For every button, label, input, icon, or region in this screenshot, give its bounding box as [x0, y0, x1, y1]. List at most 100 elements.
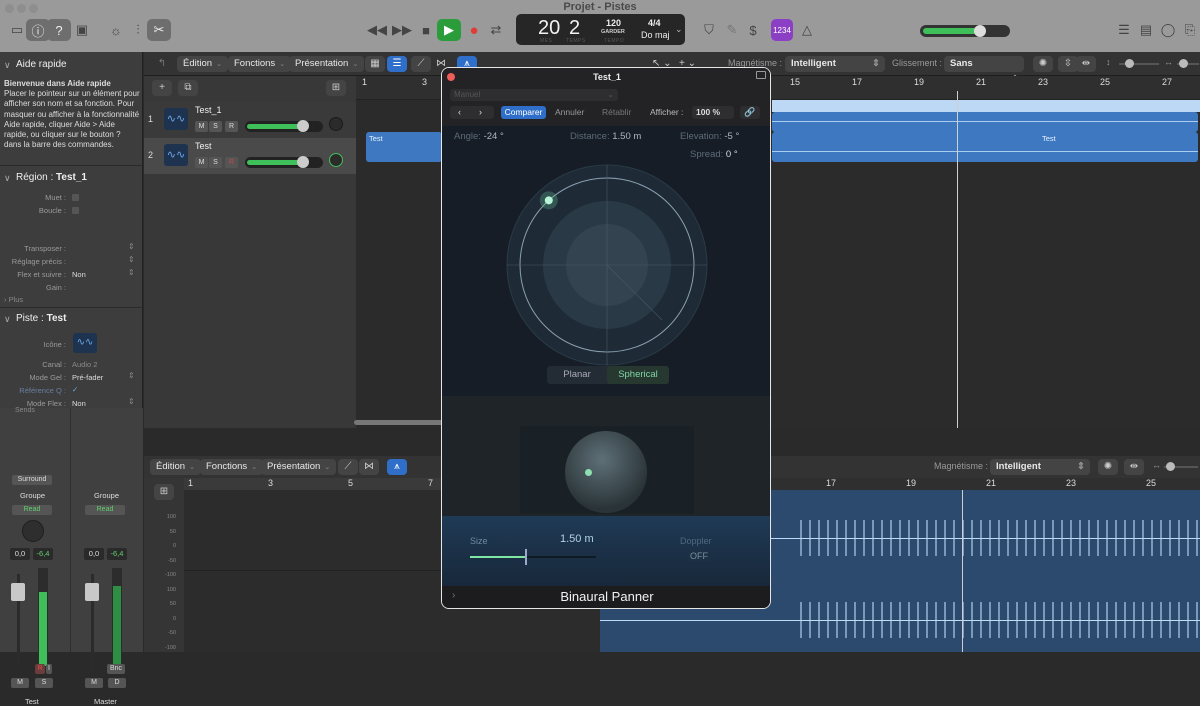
- solo-button[interactable]: S: [209, 157, 222, 168]
- undo-button[interactable]: Annuler: [555, 107, 584, 117]
- autopunch-button[interactable]: $: [741, 19, 765, 41]
- record-button[interactable]: ●: [462, 19, 486, 41]
- list-editors-button[interactable]: ☰: [1112, 19, 1136, 41]
- send-slot[interactable]: Surround: [12, 475, 52, 485]
- volume-knob[interactable]: [974, 25, 986, 37]
- global-tracks-button[interactable]: ⊞: [326, 80, 346, 96]
- volume-fader-cap[interactable]: [11, 583, 25, 601]
- q-reference-checkbox[interactable]: ✓: [72, 385, 78, 394]
- volume-knob[interactable]: [296, 120, 309, 132]
- flex-mode-stepper[interactable]: ⇕: [128, 397, 135, 406]
- smart-controls-button[interactable]: ☼: [104, 19, 128, 41]
- fast-forward-button[interactable]: ▶▶: [390, 19, 414, 41]
- compare-button[interactable]: Comparer: [501, 106, 546, 119]
- slider-knob[interactable]: [1125, 59, 1134, 68]
- toolbar-button[interactable]: ▣: [70, 19, 94, 41]
- waveform-icon[interactable]: ∿∿: [73, 333, 97, 353]
- quick-help-header[interactable]: ∨ Aide rapide: [0, 55, 143, 75]
- automation-mode[interactable]: Read: [85, 505, 125, 515]
- plugin-titlebar[interactable]: Test_1: [442, 68, 770, 88]
- automation-mode[interactable]: Read: [12, 505, 52, 515]
- count-in-button[interactable]: 1234: [771, 19, 793, 41]
- audio-region[interactable]: Test: [366, 132, 442, 162]
- cycle-region[interactable]: [772, 100, 1200, 112]
- stop-button[interactable]: ■: [414, 19, 438, 41]
- list-view-button[interactable]: ☰: [387, 56, 407, 72]
- quick-help-button[interactable]: ?: [47, 19, 71, 41]
- chevron-right-icon[interactable]: ›: [479, 107, 482, 117]
- dim-button[interactable]: D: [108, 678, 126, 688]
- horizontal-auto-zoom-button[interactable]: ⇹: [1124, 459, 1144, 475]
- grid-view-button[interactable]: ▦: [365, 56, 385, 72]
- metronome-button[interactable]: △: [795, 19, 819, 41]
- fine-tune-stepper[interactable]: ⇕: [128, 255, 135, 264]
- pan-knob[interactable]: [329, 117, 343, 131]
- global-tracks-button[interactable]: ⊞: [154, 484, 174, 500]
- flex-mode-value[interactable]: Non: [72, 399, 86, 408]
- horizontal-zoom-slider[interactable]: [1177, 59, 1199, 68]
- solo-button[interactable]: S: [209, 121, 222, 132]
- flex-follow-value[interactable]: Non: [72, 270, 86, 279]
- add-track-button[interactable]: +: [152, 80, 172, 96]
- redo-button[interactable]: Rétablir: [602, 107, 631, 117]
- waveform-zoom-button[interactable]: ✺: [1033, 56, 1053, 72]
- browser-button[interactable]: ⎘: [1178, 19, 1200, 41]
- audio-region[interactable]: [772, 112, 1198, 132]
- track-name[interactable]: Test_1: [195, 105, 222, 115]
- track-row[interactable]: 1 ∿∿ Test_1 M S R: [144, 102, 356, 138]
- record-enable-button[interactable]: R: [35, 664, 45, 674]
- mute-button[interactable]: M: [85, 678, 103, 688]
- freeze-mode-stepper[interactable]: ⇕: [128, 371, 135, 380]
- input-monitor-button[interactable]: I: [46, 664, 52, 674]
- loop-checkbox[interactable]: [72, 207, 79, 214]
- panner-circle[interactable]: [502, 160, 712, 370]
- mute-button[interactable]: M: [11, 678, 29, 688]
- vertical-zoom-slider[interactable]: [1119, 59, 1159, 68]
- editors-button[interactable]: ✂: [147, 19, 171, 41]
- track-name[interactable]: Test: [195, 141, 212, 151]
- playhead[interactable]: [957, 91, 958, 428]
- flex-follow-stepper[interactable]: ⇕: [128, 268, 135, 277]
- audio-region[interactable]: Test: [772, 132, 1198, 162]
- channel-value[interactable]: Audio 2: [72, 360, 97, 369]
- volume-knob[interactable]: [296, 156, 309, 168]
- catch-button[interactable]: ⩚: [387, 459, 407, 475]
- spherical-mode-button[interactable]: Spherical: [607, 366, 669, 384]
- mute-checkbox[interactable]: [72, 194, 79, 201]
- volume-fader-cap[interactable]: [85, 583, 99, 601]
- horizontal-auto-zoom-button[interactable]: ⇹: [1076, 56, 1096, 72]
- horizontal-zoom-slider[interactable]: [1164, 462, 1198, 471]
- track-section-header[interactable]: ∨ Piste : Test: [0, 309, 143, 329]
- elevation-handle[interactable]: [585, 469, 592, 476]
- master-volume-slider[interactable]: [920, 25, 1010, 37]
- bounce-button[interactable]: Bnc: [107, 664, 125, 674]
- track-volume-slider[interactable]: [245, 120, 323, 132]
- slide-select[interactable]: Sans superpos.⇕: [944, 56, 1024, 85]
- doppler-toggle[interactable]: OFF: [688, 551, 710, 561]
- flex-button[interactable]: ⋈: [359, 459, 379, 475]
- preset-nav[interactable]: ‹ ›: [450, 106, 494, 119]
- record-enable-button[interactable]: R: [225, 121, 238, 132]
- group-slot[interactable]: Groupe: [20, 491, 45, 500]
- pan-knob[interactable]: [22, 520, 44, 542]
- slider-knob[interactable]: [1179, 59, 1188, 68]
- chevron-down-icon[interactable]: ⌄: [675, 24, 683, 35]
- transpose-stepper[interactable]: ⇕: [128, 242, 135, 251]
- view-menu[interactable]: Présentation ⌄: [261, 459, 337, 475]
- preset-select[interactable]: Manuel ⌄: [450, 89, 618, 101]
- chevron-left-icon[interactable]: ‹: [458, 107, 461, 117]
- resize-plugin-icon[interactable]: [756, 71, 766, 79]
- elevation-sphere[interactable]: [565, 431, 647, 513]
- record-enable-button[interactable]: R: [225, 157, 238, 168]
- mute-button[interactable]: M: [195, 157, 208, 168]
- editor-ruler[interactable]: 17 19 21 23 25: [770, 478, 1200, 490]
- magnetism-select[interactable]: Intelligent ⇕: [990, 459, 1090, 475]
- play-button[interactable]: ▶: [437, 19, 461, 41]
- rewind-button[interactable]: ◀◀: [365, 19, 389, 41]
- more-toggle[interactable]: › Plus: [4, 295, 23, 304]
- cycle-button[interactable]: ⇄: [484, 19, 508, 41]
- note-pad-button[interactable]: ▤: [1134, 19, 1158, 41]
- vertical-auto-zoom-button[interactable]: ⇳: [1058, 56, 1078, 72]
- size-slider-thumb[interactable]: [525, 549, 528, 565]
- duplicate-track-button[interactable]: ⧉: [178, 80, 198, 96]
